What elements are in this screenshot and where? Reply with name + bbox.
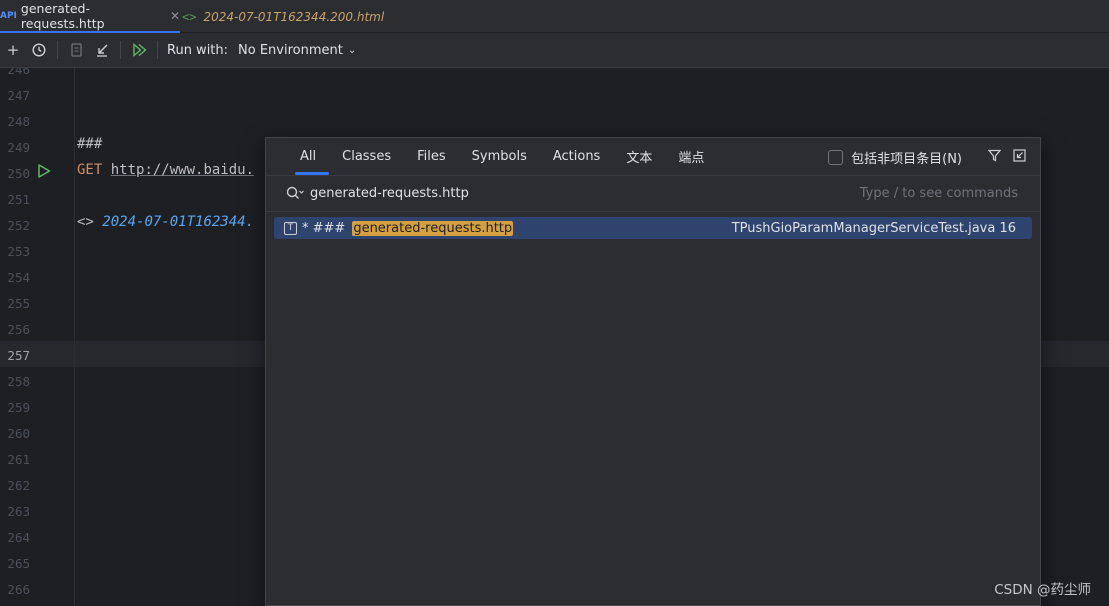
environment-selector[interactable]: No Environment (238, 43, 343, 58)
line-number: 248 (7, 114, 30, 129)
result-location: TPushGioParamManagerServiceTest.java 16 (731, 220, 1016, 236)
line-number: 263 (7, 504, 30, 519)
line-number: 257 (7, 348, 30, 363)
http-file-icon: API (0, 10, 17, 21)
include-non-project-checkbox[interactable] (828, 149, 844, 165)
tab-classes[interactable]: Classes (329, 138, 404, 175)
result-match-highlight: generated-requests.http (352, 220, 514, 236)
line-number: 251 (7, 192, 30, 207)
line-number: 260 (7, 426, 30, 441)
run-all-icon[interactable] (126, 37, 152, 63)
line-number: 258 (7, 374, 30, 389)
request-separator: ### (77, 136, 103, 152)
response-file-link[interactable]: 2024-07-01T162344. (102, 214, 254, 230)
search-hint: Type / to see commands (859, 186, 1018, 201)
toolbar-separator (57, 41, 58, 59)
import-icon[interactable] (89, 37, 115, 63)
line-number: 256 (7, 322, 30, 337)
tab-files[interactable]: Files (404, 138, 459, 175)
run-request-icon[interactable] (37, 164, 51, 178)
open-in-find-window-icon[interactable] (1013, 148, 1026, 166)
text-file-icon: T (284, 221, 297, 235)
http-client-toolbar: + Run with: No Environment ⌄ (0, 33, 1109, 68)
chevron-down-icon[interactable]: ⌄ (348, 45, 356, 56)
line-number: 253 (7, 244, 30, 259)
line-number: 264 (7, 530, 30, 545)
tab-text[interactable]: 文本 (613, 138, 665, 175)
toolbar-separator (157, 41, 158, 59)
tab-endpoints[interactable]: 端点 (665, 138, 717, 175)
search-options: 包括非项目条目(N) (828, 138, 1026, 176)
line-number: 252 (7, 218, 30, 233)
tab-generated-requests[interactable]: API generated-requests.http ✕ (0, 0, 180, 33)
response-reference-marker: <> (77, 214, 94, 230)
line-number: 254 (7, 270, 30, 285)
tab-label: 2024-07-01T162344.200.html (203, 9, 385, 24)
response-reference-line: <> 2024-07-01T162344. (77, 214, 254, 230)
tab-label: generated-requests.http (20, 0, 105, 31)
copy-icon[interactable] (63, 37, 89, 63)
search-field-row[interactable]: generated-requests.http Type / to see co… (266, 176, 1040, 212)
close-icon[interactable]: ✕ (170, 9, 180, 23)
search-everywhere-popup: All Classes Files Symbols Actions 文本 端点 … (265, 137, 1041, 606)
line-number: 255 (7, 296, 30, 311)
line-number: 262 (7, 478, 30, 493)
line-number: 266 (7, 582, 30, 597)
toolbar-separator (120, 41, 121, 59)
line-number: 247 (7, 88, 30, 103)
html-file-icon: <> (182, 9, 197, 24)
line-number: 259 (7, 400, 30, 415)
request-url[interactable]: http://www.baidu. (111, 162, 254, 178)
tab-symbols[interactable]: Symbols (459, 138, 540, 175)
run-with-label: Run with: (167, 42, 229, 58)
line-number: 246 (7, 68, 30, 77)
tab-actions[interactable]: Actions (540, 138, 614, 175)
http-method: GET (77, 162, 103, 178)
filter-icon[interactable] (987, 149, 1002, 166)
line-number-gutter: 246 247 248 249 250 251 252 253 254 255 … (0, 68, 75, 606)
request-line: GET http://www.baidu. (77, 162, 254, 178)
result-prefix: * ### (302, 220, 346, 236)
watermark: CSDN @药尘师 (994, 582, 1091, 598)
line-number: 250 (7, 166, 30, 181)
line-number: 249 (7, 140, 30, 155)
include-non-project-label[interactable]: 包括非项目条目(N) (851, 148, 962, 167)
list-item[interactable]: T * ### generated-requests.http TPushGio… (274, 217, 1032, 239)
tab-response-html[interactable]: <> 2024-07-01T162344.200.html (182, 0, 384, 33)
search-input[interactable]: generated-requests.http (310, 186, 469, 201)
line-number: 265 (7, 556, 30, 571)
line-number: 261 (7, 452, 30, 467)
search-icon (286, 186, 304, 199)
editor-tab-bar: API generated-requests.http ✕ <> 2024-07… (0, 0, 1109, 33)
add-icon[interactable]: + (0, 37, 26, 63)
tab-all[interactable]: All (287, 138, 330, 175)
history-icon[interactable] (26, 37, 52, 63)
